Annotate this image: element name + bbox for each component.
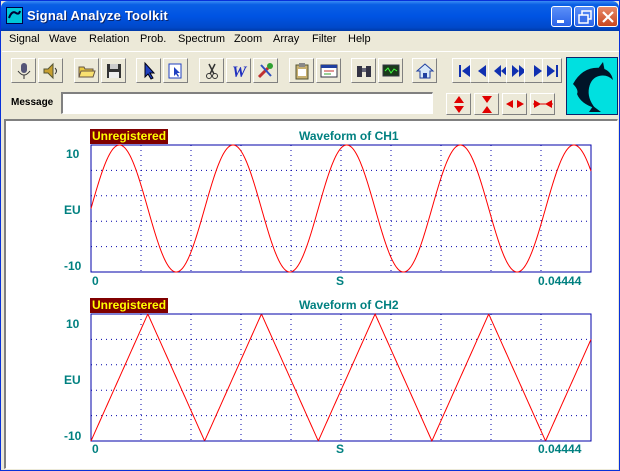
menu-spectrum[interactable]: Spectrum bbox=[178, 33, 225, 45]
display-icon bbox=[382, 64, 400, 77]
message-field[interactable] bbox=[61, 92, 433, 114]
tools-icon bbox=[257, 63, 273, 79]
app-icon bbox=[6, 7, 23, 24]
menu-help[interactable]: Help bbox=[348, 33, 371, 45]
speaker-icon bbox=[43, 62, 57, 80]
minimize-icon bbox=[557, 20, 564, 23]
menu-relation[interactable]: Relation bbox=[89, 33, 129, 45]
plot-area: Unregistered Waveform of CH1 10 EU -10 0… bbox=[4, 119, 618, 469]
menu-filter[interactable]: Filter bbox=[312, 33, 336, 45]
save-button[interactable] bbox=[101, 58, 126, 83]
plot-frame bbox=[90, 144, 592, 273]
properties-button[interactable] bbox=[316, 58, 341, 83]
svg-text:W: W bbox=[232, 64, 248, 81]
expand-vertical-icon bbox=[454, 96, 464, 113]
binoculars-icon bbox=[357, 66, 371, 77]
find-button[interactable] bbox=[351, 58, 376, 83]
y-unit-label: EU bbox=[64, 373, 81, 387]
clipboard-button[interactable] bbox=[289, 58, 314, 83]
last-icon bbox=[547, 65, 558, 77]
chart-title: Waveform of CH1 bbox=[299, 129, 399, 143]
home-icon bbox=[415, 63, 435, 79]
open-button[interactable] bbox=[74, 58, 99, 83]
unregistered-badge: Unregistered bbox=[90, 298, 169, 313]
minimize-button[interactable] bbox=[551, 6, 572, 27]
window-title: Signal Analyze Toolkit bbox=[27, 8, 168, 23]
menu-signal[interactable]: Signal bbox=[9, 33, 40, 45]
menu-wave[interactable]: Wave bbox=[49, 33, 77, 45]
compress-horizontal-icon bbox=[533, 100, 553, 108]
unregistered-badge: Unregistered bbox=[90, 129, 169, 144]
expand-vertical-button[interactable] bbox=[446, 93, 471, 115]
compress-vertical-button[interactable] bbox=[474, 93, 499, 115]
zoom-select-icon bbox=[168, 63, 182, 79]
y-unit-label: EU bbox=[64, 203, 81, 217]
x-unit-label: S bbox=[336, 274, 345, 288]
chart-title: Waveform of CH2 bbox=[299, 298, 399, 312]
menu-bar: Signal Wave Relation Prob. Spectrum Zoom… bbox=[2, 31, 619, 49]
waveform-plot-ch2 bbox=[90, 313, 592, 442]
display-button[interactable] bbox=[378, 58, 403, 83]
pointer-icon bbox=[144, 61, 156, 80]
cut-button[interactable] bbox=[199, 58, 224, 83]
message-label: Message bbox=[11, 97, 54, 108]
maximize-button[interactable] bbox=[574, 6, 595, 27]
last-button[interactable] bbox=[542, 58, 562, 83]
app-window: Signal Analyze Toolkit Signal Wave Relat… bbox=[0, 0, 620, 471]
y-min-label: -10 bbox=[64, 259, 82, 273]
toolbar: W Message bbox=[2, 51, 619, 119]
waveform-button[interactable]: W bbox=[226, 58, 251, 83]
plot-frame bbox=[90, 313, 592, 442]
app-logo bbox=[566, 57, 618, 115]
expand-horizontal-button[interactable] bbox=[502, 93, 527, 115]
x-max-label: 0.04444 bbox=[538, 274, 582, 288]
open-folder-icon bbox=[78, 66, 96, 78]
menu-zoom[interactable]: Zoom bbox=[234, 33, 262, 45]
cut-icon bbox=[206, 63, 218, 79]
play-button[interactable] bbox=[38, 58, 63, 83]
menu-prob[interactable]: Prob. bbox=[140, 33, 166, 45]
compress-horizontal-button[interactable] bbox=[530, 93, 555, 115]
record-button[interactable] bbox=[11, 58, 36, 83]
x-min-label: 0 bbox=[92, 442, 99, 456]
y-max-label: 10 bbox=[66, 317, 80, 331]
close-icon bbox=[602, 11, 614, 23]
menu-array[interactable]: Array bbox=[273, 33, 299, 45]
x-max-label: 0.04444 bbox=[538, 442, 582, 456]
waveform-plot-ch1 bbox=[90, 144, 592, 273]
properties-icon bbox=[320, 64, 338, 78]
pointer-button[interactable] bbox=[136, 58, 161, 83]
restore-icon bbox=[578, 10, 592, 24]
x-unit-label: S bbox=[336, 442, 345, 456]
waveform-w-icon: W bbox=[232, 64, 248, 81]
clipboard-icon bbox=[295, 63, 309, 80]
y-max-label: 10 bbox=[66, 147, 80, 161]
zoom-select-button[interactable] bbox=[163, 58, 188, 83]
tools-button[interactable] bbox=[253, 58, 278, 83]
close-button[interactable] bbox=[597, 6, 618, 27]
x-min-label: 0 bbox=[92, 274, 99, 288]
title-bar[interactable]: Signal Analyze Toolkit bbox=[1, 1, 619, 31]
save-disk-icon bbox=[107, 64, 121, 78]
y-min-label: -10 bbox=[64, 429, 82, 443]
dolphin-logo-icon bbox=[573, 62, 613, 112]
microphone-icon bbox=[17, 63, 31, 79]
home-button[interactable] bbox=[412, 58, 437, 83]
compress-vertical-icon bbox=[482, 96, 492, 113]
expand-horizontal-icon bbox=[506, 100, 524, 108]
